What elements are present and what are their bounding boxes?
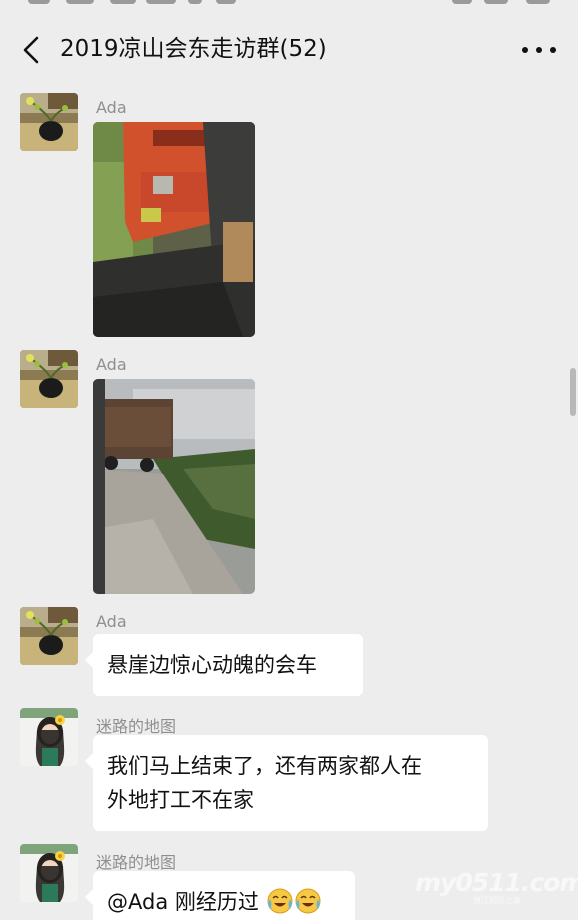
chat-title: 2019凉山会东走访群(52) <box>60 36 327 62</box>
sender-name: 迷路的地图 <box>96 853 177 872</box>
plant-avatar-image <box>20 93 78 151</box>
message-item: Ada 悬崖边惊心动魄的会车 <box>20 607 540 707</box>
message-item: Ada <box>20 350 540 595</box>
status-bar <box>0 0 578 12</box>
truck-on-cliff-road-photo <box>93 379 255 594</box>
red-truck-through-windshield-photo <box>93 122 255 337</box>
sender-name: 迷路的地图 <box>96 717 177 736</box>
girl-avatar-image <box>20 844 78 902</box>
message-text: 悬崖边惊心动魄的会车 <box>107 653 317 677</box>
text-bubble[interactable]: 我们马上结束了，还有两家都人在 外地打工不在家 <box>85 735 488 831</box>
girl-avatar-image <box>20 708 78 766</box>
message-item: 迷路的地图 我们马上结束了，还有两家都人在 外地打工不在家 <box>20 708 540 833</box>
crying-laughing-face-icon <box>295 888 321 914</box>
back-chevron-icon <box>23 36 39 64</box>
message-text: @Ada 刚经历过 <box>107 890 259 914</box>
chat-header: 2019凉山会东走访群(52) <box>0 12 578 88</box>
more-button[interactable] <box>522 36 556 64</box>
message-list[interactable]: Ada Ada Ada 悬崖边惊心动魄的会车 迷路的地图 我们马上结束了，还有两… <box>0 88 578 920</box>
message-item: Ada <box>20 93 540 338</box>
scrollbar-thumb[interactable] <box>570 368 576 416</box>
plant-avatar-image <box>20 350 78 408</box>
sender-name: Ada <box>96 612 127 631</box>
sender-name: Ada <box>96 98 127 117</box>
site-watermark: my0511.com 镇江网民之家 <box>413 868 578 908</box>
avatar-milu-de-ditu[interactable] <box>20 844 78 902</box>
photo-message[interactable] <box>93 122 255 337</box>
watermark-subtitle: 镇江网民之家 <box>473 896 521 905</box>
text-bubble[interactable]: @Ada 刚经历过 <box>85 871 355 920</box>
avatar-ada[interactable] <box>20 607 78 665</box>
photo-message[interactable] <box>93 379 255 594</box>
avatar-ada[interactable] <box>20 93 78 151</box>
text-bubble[interactable]: 悬崖边惊心动魄的会车 <box>85 634 363 696</box>
message-text-line-1: 我们马上结束了，还有两家都人在 <box>107 754 422 778</box>
avatar-milu-de-ditu[interactable] <box>20 708 78 766</box>
sender-name: Ada <box>96 355 127 374</box>
crying-laughing-face-icon <box>267 888 293 914</box>
plant-avatar-image <box>20 607 78 665</box>
watermark-logo: my0511.com <box>415 868 578 897</box>
back-button[interactable] <box>16 32 46 68</box>
more-dots-icon <box>522 47 528 53</box>
message-text-line-2: 外地打工不在家 <box>107 788 254 812</box>
avatar-ada[interactable] <box>20 350 78 408</box>
